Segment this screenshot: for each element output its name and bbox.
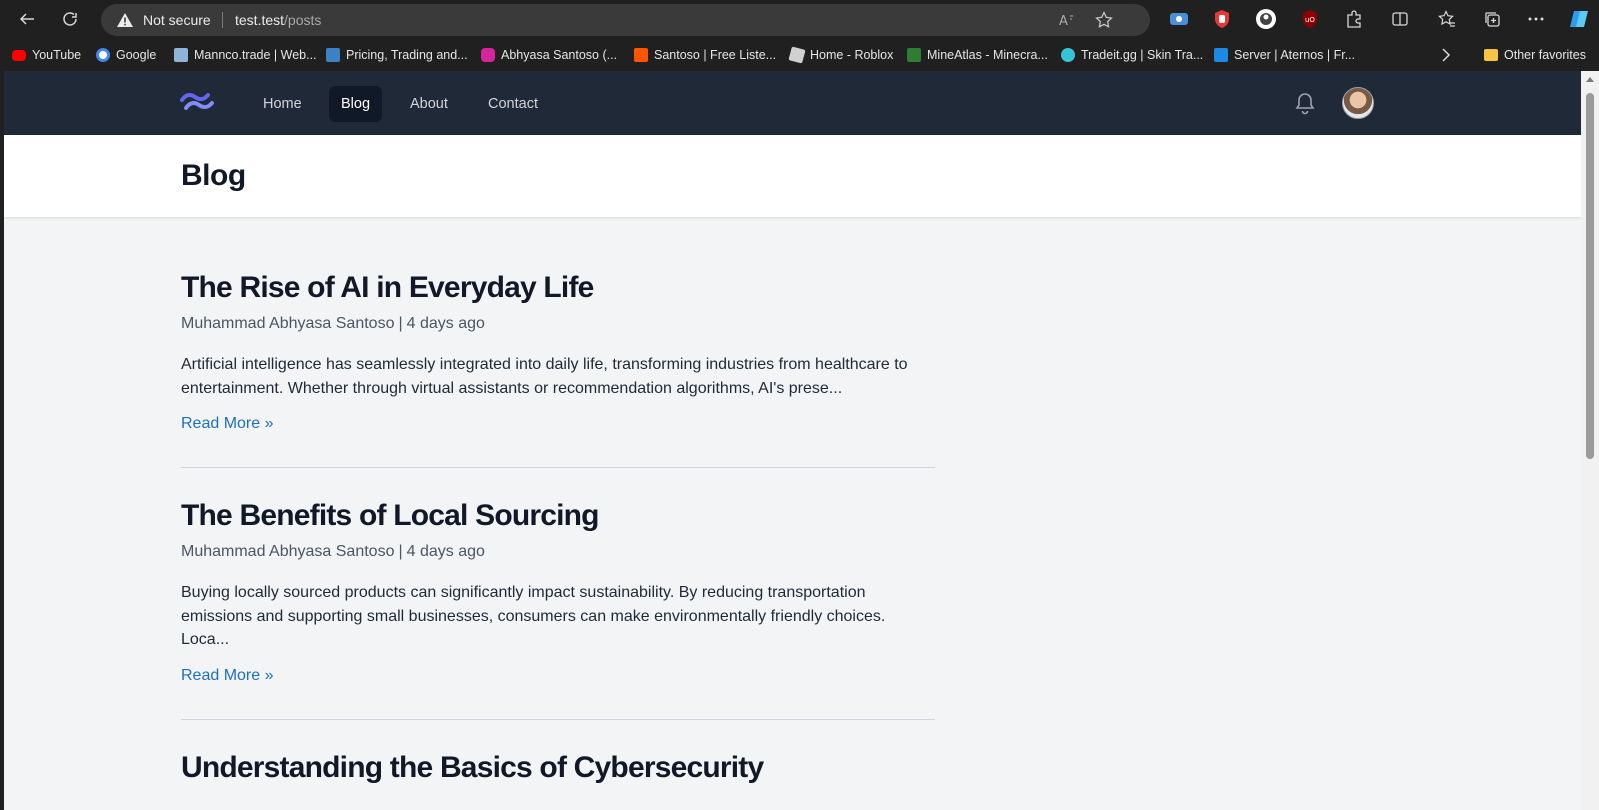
- user-avatar[interactable]: [1342, 87, 1374, 119]
- instagram-icon: [481, 48, 495, 62]
- post-meta: Muhammad Abhyasa Santoso | 4 days ago: [181, 542, 935, 562]
- favorite-star-icon[interactable]: [1095, 11, 1113, 29]
- bookmark-label: Mannco.trade | Web...: [194, 48, 317, 62]
- bookmark-mannco[interactable]: Mannco.trade | Web...: [174, 46, 317, 64]
- bookmark-aternos[interactable]: Server | Aternos | Fr...: [1214, 46, 1355, 64]
- nav-blog[interactable]: Blog: [329, 86, 383, 122]
- bookmark-google[interactable]: Google: [96, 46, 156, 64]
- meta-separator: |: [398, 543, 403, 560]
- bookmark-tradeit[interactable]: Tradeit.gg | Skin Tra...: [1061, 46, 1203, 64]
- bookmark-label: Pricing, Trading and...: [346, 48, 468, 62]
- bookmark-label: Google: [116, 48, 157, 62]
- post-divider: [181, 719, 935, 720]
- post-divider: [181, 467, 935, 468]
- post-author[interactable]: Muhammad Abhyasa Santoso: [181, 543, 394, 560]
- post-card: Understanding the Basics of Cybersecurit…: [181, 750, 935, 786]
- mannco-icon: [174, 48, 188, 62]
- bookmark-label: YouTube: [32, 48, 82, 62]
- separator: [222, 12, 223, 28]
- page-viewport: Home Blog About Contact Blog The Rise of…: [4, 71, 1581, 810]
- screen-capture-extension-icon[interactable]: [1168, 8, 1190, 30]
- bookmark-label: Home - Roblox: [810, 48, 894, 62]
- url-host: test.test: [235, 12, 285, 28]
- bookmark-youtube[interactable]: YouTube: [12, 46, 81, 64]
- extensions-puzzle-icon[interactable]: [1343, 8, 1365, 30]
- ublock-extension-icon[interactable]: uO: [1299, 8, 1321, 30]
- post-meta: Muhammad Abhyasa Santoso | 4 days ago: [181, 314, 935, 334]
- url-text[interactable]: test.test/posts: [235, 12, 321, 28]
- post-title[interactable]: The Benefits of Local Sourcing: [181, 498, 935, 534]
- bookmark-label: Abhyasa Santoso (...: [501, 48, 618, 62]
- profile-extension-icon[interactable]: [1255, 8, 1277, 30]
- post-author[interactable]: Muhammad Abhyasa Santoso: [181, 315, 394, 332]
- back-icon[interactable]: [15, 7, 39, 31]
- meta-separator: |: [398, 315, 403, 332]
- post-excerpt: Artificial intelligence has seamlessly i…: [181, 356, 908, 397]
- bookmark-instagram[interactable]: Abhyasa Santoso (...: [481, 46, 617, 64]
- pricing-icon: [326, 48, 340, 62]
- roblox-icon: [788, 46, 806, 64]
- bookmarks-bar: YouTube Google Mannco.trade | Web... Pri…: [0, 40, 1599, 69]
- page-header: Blog: [4, 135, 1581, 217]
- read-more-link[interactable]: Read More »: [181, 667, 274, 685]
- scroll-up-arrow-icon[interactable]: [1586, 77, 1594, 82]
- bookmarks-overflow-chevron-icon[interactable]: [1441, 46, 1451, 64]
- folder-icon: [1484, 49, 1498, 61]
- bookmark-label: Santoso | Free Liste...: [654, 48, 777, 62]
- nav-home[interactable]: Home: [251, 86, 314, 122]
- svg-text:A: A: [1059, 14, 1068, 29]
- nav-about[interactable]: About: [398, 86, 460, 122]
- refresh-icon[interactable]: [58, 7, 82, 31]
- bookmark-label: Tradeit.gg | Skin Tra...: [1081, 48, 1204, 62]
- youtube-icon: [12, 49, 26, 61]
- site-navbar: Home Blog About Contact: [4, 71, 1581, 135]
- tradeit-icon: [1061, 48, 1075, 62]
- collections-icon[interactable]: [1481, 8, 1503, 30]
- read-aloud-icon[interactable]: A: [1058, 11, 1076, 29]
- page-title: Blog: [181, 159, 246, 192]
- nav-contact[interactable]: Contact: [476, 86, 550, 122]
- soundcloud-icon: [634, 48, 648, 62]
- url-path: /posts: [284, 12, 322, 28]
- bookmark-pricing[interactable]: Pricing, Trading and...: [326, 46, 468, 64]
- adblock-extension-icon[interactable]: [1211, 8, 1233, 30]
- site-logo-icon[interactable]: [180, 91, 214, 118]
- warning-icon: [117, 13, 133, 32]
- browser-toolbar: Not secure test.test/posts A uO: [0, 0, 1599, 38]
- post-title[interactable]: Understanding the Basics of Cybersecurit…: [181, 750, 935, 786]
- post-date: 4 days ago: [406, 315, 485, 332]
- page-scrollbar[interactable]: [1581, 71, 1599, 810]
- bookmark-soundcloud[interactable]: Santoso | Free Liste...: [634, 46, 776, 64]
- split-screen-icon[interactable]: [1389, 8, 1411, 30]
- scrollbar-thumb[interactable]: [1586, 93, 1594, 459]
- post-card: The Benefits of Local Sourcing Muhammad …: [181, 498, 935, 685]
- bookmark-label: MineAtlas - Minecra...: [927, 48, 1048, 62]
- post-date: 4 days ago: [406, 543, 485, 560]
- mineatlas-icon: [907, 48, 921, 62]
- other-favorites[interactable]: Other favorites: [1484, 46, 1586, 64]
- post-title[interactable]: The Rise of AI in Everyday Life: [181, 270, 935, 306]
- more-menu-icon[interactable]: [1525, 8, 1547, 30]
- security-label[interactable]: Not secure: [143, 12, 211, 28]
- post-card: The Rise of AI in Everyday Life Muhammad…: [181, 270, 935, 433]
- svg-text:uO: uO: [1305, 16, 1315, 24]
- bookmark-label: Server | Aternos | Fr...: [1234, 48, 1356, 62]
- address-bar[interactable]: Not secure test.test/posts A: [101, 4, 1150, 36]
- copilot-icon[interactable]: [1568, 8, 1590, 30]
- bookmark-mineatlas[interactable]: MineAtlas - Minecra...: [907, 46, 1048, 64]
- read-more-link[interactable]: Read More »: [181, 415, 274, 433]
- bookmark-roblox[interactable]: Home - Roblox: [788, 46, 894, 64]
- post-excerpt: Buying locally sourced products can sign…: [181, 584, 886, 648]
- aternos-icon: [1214, 48, 1228, 62]
- favorites-icon[interactable]: [1436, 8, 1458, 30]
- notification-bell-icon[interactable]: [1294, 91, 1316, 120]
- google-icon: [96, 48, 110, 62]
- other-favorites-label: Other favorites: [1504, 48, 1586, 62]
